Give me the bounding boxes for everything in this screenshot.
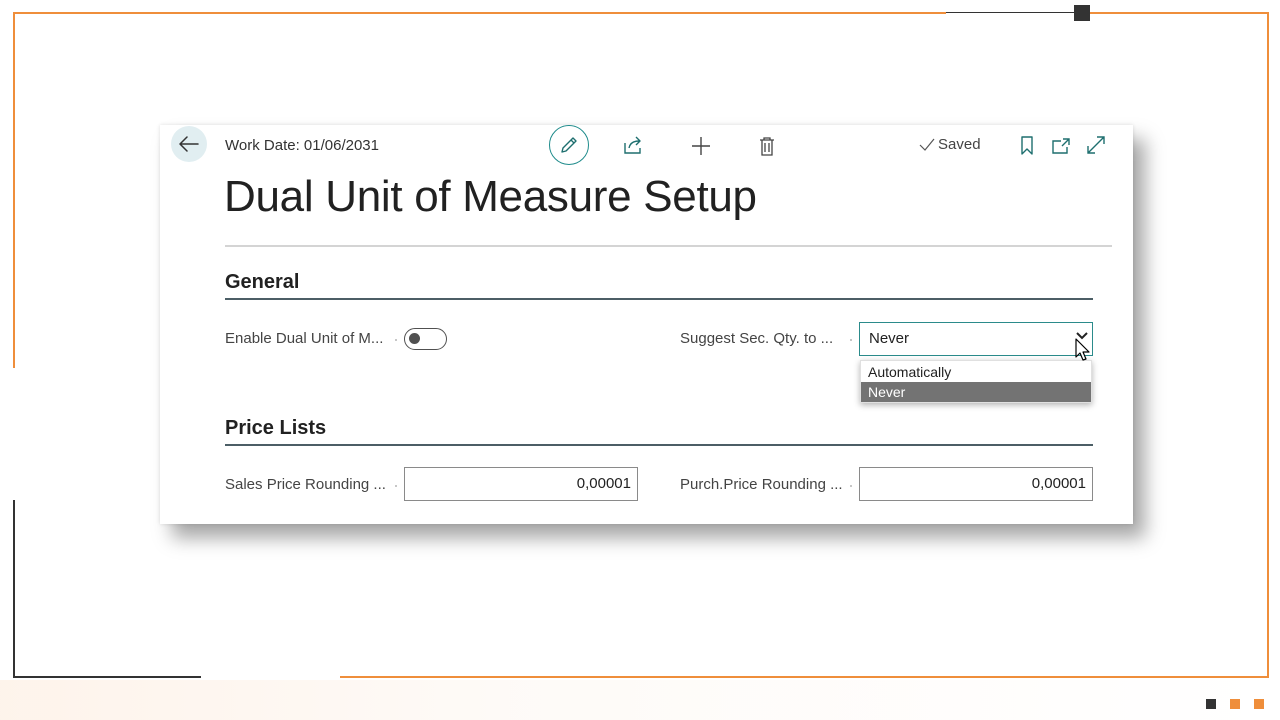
suggest-sec-qty-dropdown: Automatically Never <box>860 360 1092 403</box>
select-value: Never <box>869 330 910 347</box>
suggest-sec-qty-label: Suggest Sec. Qty. to ... <box>680 330 834 347</box>
back-button[interactable] <box>171 126 207 162</box>
bookmark-icon <box>1021 136 1033 155</box>
frame-right-line <box>1267 12 1269 678</box>
arrow-left-icon <box>179 136 199 152</box>
section-price-lists-divider <box>225 444 1093 446</box>
enable-dual-uom-toggle[interactable] <box>404 328 447 350</box>
share-icon <box>624 136 641 154</box>
setup-page-card: Work Date: 01/06/2031 Saved Dual Unit of… <box>160 125 1133 524</box>
section-price-lists-heading[interactable]: Price Lists <box>225 417 326 440</box>
dropdown-option-never[interactable]: Never <box>861 382 1091 402</box>
open-new-window-button[interactable] <box>1050 135 1072 157</box>
frame-top-line <box>14 12 946 14</box>
sales-price-rounding-label: Sales Price Rounding ... <box>225 476 386 493</box>
mouse-cursor-icon <box>1075 338 1090 361</box>
bookmark-button[interactable] <box>1018 134 1036 158</box>
title-divider <box>225 245 1112 247</box>
page-title: Dual Unit of Measure Setup <box>224 172 757 221</box>
slide-dot <box>1206 699 1216 709</box>
frame-top-right-line <box>1090 12 1268 14</box>
slide-dot <box>1254 699 1264 709</box>
plus-icon <box>692 137 710 155</box>
section-general-heading[interactable]: General <box>225 271 299 294</box>
purch-price-rounding-input[interactable]: 0,00001 <box>859 467 1093 501</box>
frame-bottom-dark-line <box>13 676 201 678</box>
trash-icon <box>760 137 774 156</box>
frame-left-dark-line <box>13 500 15 678</box>
field-separator-dot <box>395 339 397 341</box>
enable-dual-uom-label: Enable Dual Unit of M... <box>225 330 384 347</box>
field-separator-dot <box>395 485 397 487</box>
frame-bottom-line <box>340 676 1269 678</box>
delete-button[interactable] <box>755 133 779 159</box>
section-general-divider <box>225 298 1093 300</box>
dropdown-option-automatically[interactable]: Automatically <box>861 362 1091 382</box>
frame-corner-square <box>1074 5 1090 21</box>
checkmark-icon <box>919 138 935 151</box>
toggle-knob <box>409 333 420 344</box>
pencil-icon <box>561 137 577 153</box>
edit-button[interactable] <box>549 125 589 165</box>
new-button[interactable] <box>688 133 714 159</box>
purch-price-rounding-label: Purch.Price Rounding ... <box>680 476 843 493</box>
expand-icon <box>1087 136 1105 154</box>
bottom-background-wash <box>0 680 1280 720</box>
field-separator-dot <box>850 485 852 487</box>
field-separator-dot <box>850 339 852 341</box>
slide-dots <box>1206 699 1264 709</box>
slide-dot <box>1230 699 1240 709</box>
share-button[interactable] <box>621 134 647 156</box>
open-new-window-icon <box>1052 138 1070 154</box>
sales-price-rounding-input[interactable]: 0,00001 <box>404 467 638 501</box>
saved-label: Saved <box>938 136 981 153</box>
frame-top-dark-line <box>946 12 1076 13</box>
saved-status: Saved <box>919 136 981 153</box>
suggest-sec-qty-select[interactable]: Never <box>859 322 1093 356</box>
expand-button[interactable] <box>1085 134 1107 156</box>
work-date[interactable]: Work Date: 01/06/2031 <box>225 137 379 154</box>
frame-left-line <box>13 12 15 368</box>
